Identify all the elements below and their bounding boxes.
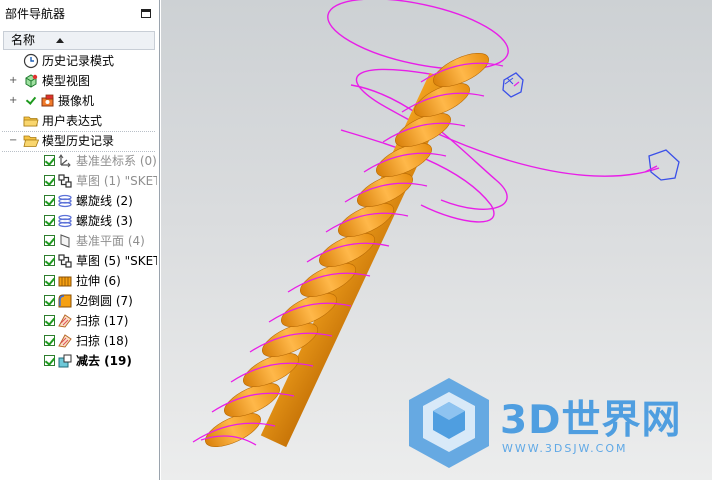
feature-label: 基准坐标系 (0) — [76, 154, 157, 168]
watermark-url: WWW.3DSJW.COM — [502, 442, 628, 455]
swept-icon — [58, 314, 72, 328]
visibility-checkbox[interactable] — [44, 175, 55, 186]
visibility-checkbox[interactable] — [44, 255, 55, 266]
maximize-button[interactable] — [141, 9, 151, 18]
tree-item-label: 历史记录模式 — [42, 54, 115, 68]
sketch-icon — [58, 174, 72, 188]
cube-hexagon-icon — [409, 378, 489, 468]
expand-icon[interactable]: + — [9, 96, 17, 106]
folder-icon — [23, 116, 39, 127]
feature-sketch-5[interactable]: 草图 (5) "SKET — [0, 251, 157, 271]
tree-item-label: 模型视图 — [42, 74, 91, 88]
part-navigator-panel: 部件导航器 名称 历史记录模式 + 模型视图 + 摄像机 用户表达式 − 模型历… — [0, 0, 160, 480]
helix-icon — [58, 194, 72, 208]
visibility-checkbox[interactable] — [44, 275, 55, 286]
tree-item-user-expressions[interactable]: 用户表达式 — [0, 111, 157, 131]
column-header-name[interactable]: 名称 — [3, 31, 155, 50]
expand-icon[interactable]: + — [9, 76, 17, 86]
navigator-tree: 历史记录模式 + 模型视图 + 摄像机 用户表达式 − 模型历史记录 基准坐标系… — [0, 51, 157, 371]
brand-cn: 世界网 — [561, 398, 682, 443]
feature-helix-2[interactable]: 螺旋线 (2) — [0, 191, 157, 211]
feature-datum-csys[interactable]: 基准坐标系 (0) — [0, 151, 157, 171]
visibility-checkbox[interactable] — [44, 295, 55, 306]
edge-blend-icon — [58, 294, 72, 308]
feature-label: 拉伸 (6) — [76, 274, 121, 288]
visibility-checkbox[interactable] — [44, 355, 55, 366]
feature-edge-blend-7[interactable]: 边倒圆 (7) — [0, 291, 157, 311]
swept-icon — [58, 334, 72, 348]
panel-title: 部件导航器 — [5, 7, 66, 21]
tree-item-model-views[interactable]: + 模型视图 — [0, 71, 157, 91]
feature-label: 减去 (19) — [76, 354, 132, 368]
feature-label: 草图 (5) "SKET — [76, 254, 157, 268]
tree-divider — [2, 151, 155, 152]
feature-label: 扫掠 (17) — [76, 314, 129, 328]
brand-3d: 3D — [500, 398, 562, 443]
feature-swept-17[interactable]: 扫掠 (17) — [0, 311, 157, 331]
watermark-brand: 3D世界网 — [500, 389, 682, 445]
visibility-checkbox[interactable] — [44, 335, 55, 346]
tree-item-label: 摄像机 — [58, 94, 95, 108]
datum-plane-icon — [60, 234, 70, 248]
helix-icon — [58, 214, 72, 228]
folder-open-icon — [23, 135, 39, 147]
tree-item-model-history[interactable]: − 模型历史记录 — [0, 131, 157, 151]
feature-sketch-1[interactable]: 草图 (1) "SKET — [0, 171, 157, 191]
model-views-icon — [25, 74, 38, 88]
tree-item-label: 用户表达式 — [42, 114, 103, 128]
feature-helix-3[interactable]: 螺旋线 (3) — [0, 211, 157, 231]
sort-ascending-icon — [56, 38, 64, 43]
feature-label: 基准平面 (4) — [76, 234, 145, 248]
feature-label: 螺旋线 (3) — [76, 214, 133, 228]
subtract-icon — [58, 354, 72, 368]
checkmark-icon[interactable] — [26, 95, 37, 106]
feature-label: 边倒圆 (7) — [76, 294, 133, 308]
sketch-icon — [58, 254, 72, 268]
datum-csys-icon — [58, 154, 71, 168]
camera-icon — [41, 94, 54, 107]
visibility-checkbox[interactable] — [44, 155, 55, 166]
feature-label: 螺旋线 (2) — [76, 194, 133, 208]
feature-subtract-19[interactable]: 减去 (19) — [0, 351, 157, 371]
feature-label: 草图 (1) "SKET — [76, 174, 157, 188]
tree-item-history-mode[interactable]: 历史记录模式 — [0, 51, 157, 71]
visibility-checkbox[interactable] — [44, 315, 55, 326]
extrude-icon — [58, 276, 72, 287]
feature-datum-plane[interactable]: 基准平面 (4) — [0, 231, 157, 251]
feature-swept-18[interactable]: 扫掠 (18) — [0, 331, 157, 351]
column-header-label: 名称 — [11, 33, 36, 47]
tree-divider — [2, 131, 155, 132]
tree-item-label: 模型历史记录 — [42, 134, 115, 148]
collapse-icon[interactable]: − — [9, 136, 17, 146]
graphics-viewport[interactable]: 3D世界网 WWW.3DSJW.COM — [161, 0, 712, 480]
visibility-checkbox[interactable] — [44, 195, 55, 206]
visibility-checkbox[interactable] — [44, 235, 55, 246]
tree-item-cameras[interactable]: + 摄像机 — [0, 91, 157, 111]
clock-icon — [23, 53, 39, 69]
feature-extrude-6[interactable]: 拉伸 (6) — [0, 271, 157, 291]
sketch-profile[interactable] — [502, 72, 680, 181]
feature-label: 扫掠 (18) — [76, 334, 129, 348]
visibility-checkbox[interactable] — [44, 215, 55, 226]
